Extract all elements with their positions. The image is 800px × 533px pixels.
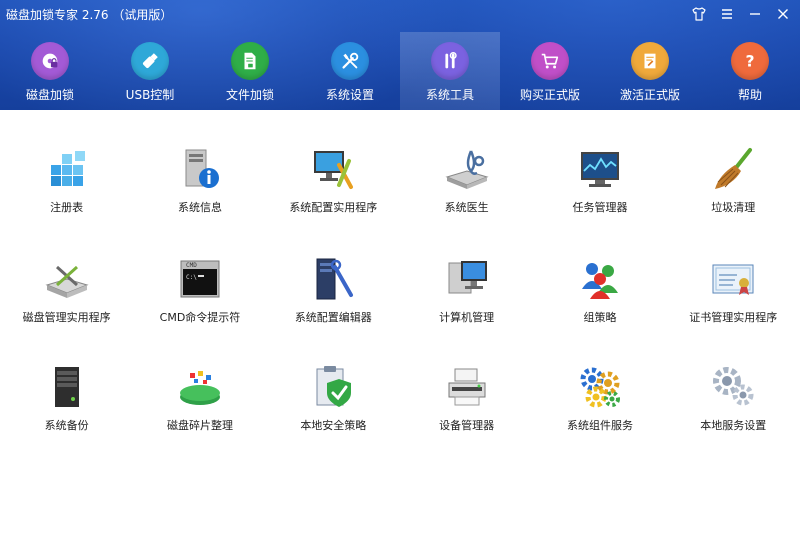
skin-button[interactable]: [688, 3, 710, 25]
disk-lock-icon: [31, 42, 69, 80]
tool-defrag[interactable]: 磁盘碎片整理: [133, 363, 266, 463]
tool-system-backup[interactable]: 系统备份: [0, 363, 133, 463]
nav-buy[interactable]: 购买正式版: [500, 32, 600, 110]
close-icon: [778, 9, 788, 19]
tool-cmd[interactable]: CMD C:\ CMD命令提示符: [133, 255, 266, 355]
tool-label: 磁盘碎片整理: [166, 419, 233, 432]
tool-junk-clean[interactable]: 垃圾清理: [667, 145, 800, 245]
computer-management-icon: [443, 255, 491, 303]
svg-text:CMD: CMD: [186, 262, 197, 269]
nav-label: 购买正式版: [519, 88, 580, 102]
tool-disk-management[interactable]: 磁盘管理实用程序: [0, 255, 133, 355]
wrench-screwdriver-icon: [331, 42, 369, 80]
window-controls: [688, 3, 794, 25]
tool-device-manager[interactable]: 设备管理器: [400, 363, 533, 463]
activate-icon: [631, 42, 669, 80]
app-window: 磁盘加锁专家 2.76 （试用版） 磁盘加锁 USB控制 文件加锁 系统设置 系…: [0, 0, 800, 533]
tool-system-info[interactable]: 系统信息: [133, 145, 266, 245]
tool-group-policy[interactable]: 组策略: [533, 255, 666, 355]
nav-label: 磁盘加锁: [25, 88, 74, 102]
menu-button[interactable]: [716, 3, 738, 25]
header: 磁盘加锁专家 2.76 （试用版） 磁盘加锁 USB控制 文件加锁 系统设置 系…: [0, 0, 800, 110]
tool-system-doctor[interactable]: 系统医生: [400, 145, 533, 245]
main-nav: 磁盘加锁 USB控制 文件加锁 系统设置 系统工具 购买正式版 激活正式版 ? …: [0, 32, 800, 110]
svg-text:?: ?: [745, 53, 754, 71]
tool-label: 系统备份: [44, 419, 89, 432]
nav-help[interactable]: ? 帮助: [700, 32, 800, 110]
tool-label: 注册表: [50, 201, 84, 214]
tools-row: 系统备份 磁盘碎片整理 本地安全策略 设备管理器 系统组件服务 本地服务设置: [0, 363, 800, 463]
defrag-icon: [176, 363, 224, 411]
skin-icon: [692, 7, 706, 21]
tools-grid: 注册表 系统信息 系统配置实用程序 系统医生 任务管理器 垃圾清理 磁盘管理实用…: [0, 110, 800, 533]
tool-label: 设备管理器: [439, 419, 495, 432]
tool-label: 系统信息: [177, 201, 222, 214]
task-manager-icon: [576, 145, 624, 193]
nav-label: 系统设置: [325, 88, 374, 102]
tool-label: 本地服务设置: [700, 419, 767, 432]
component-services-icon: [576, 363, 624, 411]
minimize-icon: [750, 13, 760, 15]
tool-label: 系统配置实用程序: [289, 201, 378, 214]
tool-label: 本地安全策略: [300, 419, 367, 432]
tool-label: CMD命令提示符: [159, 311, 241, 324]
registry-icon: [43, 145, 91, 193]
tool-label: 任务管理器: [572, 201, 628, 214]
certificate-icon: [709, 255, 757, 303]
nav-activate[interactable]: 激活正式版: [600, 32, 700, 110]
nav-label: 帮助: [737, 88, 762, 102]
close-button[interactable]: [772, 3, 794, 25]
tool-label: 计算机管理: [439, 311, 495, 324]
tool-label: 组策略: [583, 311, 617, 324]
usb-icon: [131, 42, 169, 80]
nav-label: 系统工具: [425, 88, 474, 102]
nav-label: USB控制: [125, 88, 175, 102]
system-doctor-icon: [443, 145, 491, 193]
backup-icon: [43, 363, 91, 411]
tool-system-config[interactable]: 系统配置实用程序: [267, 145, 400, 245]
group-policy-icon: [576, 255, 624, 303]
tools-icon: [431, 42, 469, 80]
tool-config-editor[interactable]: 系统配置编辑器: [267, 255, 400, 355]
tool-label: 证书管理实用程序: [689, 311, 778, 324]
nav-usb-control[interactable]: USB控制: [100, 32, 200, 110]
tool-label: 垃圾清理: [711, 201, 756, 214]
tool-label: 系统组件服务: [566, 419, 633, 432]
help-icon: ?: [731, 42, 769, 80]
svg-text:C:\: C:\: [186, 274, 197, 281]
tool-label: 磁盘管理实用程序: [22, 311, 111, 324]
config-editor-icon: [309, 255, 357, 303]
tool-registry[interactable]: 注册表: [0, 145, 133, 245]
security-policy-icon: [309, 363, 357, 411]
disk-management-icon: [43, 255, 91, 303]
nav-disk-lock[interactable]: 磁盘加锁: [0, 32, 100, 110]
nav-system-settings[interactable]: 系统设置: [300, 32, 400, 110]
local-services-icon: [709, 363, 757, 411]
tool-security-policy[interactable]: 本地安全策略: [267, 363, 400, 463]
tool-computer-management[interactable]: 计算机管理: [400, 255, 533, 355]
tool-task-manager[interactable]: 任务管理器: [533, 145, 666, 245]
nav-label: 激活正式版: [619, 88, 680, 102]
window-title: 磁盘加锁专家 2.76 （试用版）: [6, 8, 173, 22]
tool-label: 系统医生: [444, 201, 489, 214]
cmd-icon: CMD C:\: [176, 255, 224, 303]
tool-local-services[interactable]: 本地服务设置: [667, 363, 800, 463]
tools-row: 磁盘管理实用程序 CMD C:\ CMD命令提示符 系统配置编辑器 计算机管理 …: [0, 255, 800, 355]
tool-label: 系统配置编辑器: [294, 311, 372, 324]
menu-icon: [722, 9, 732, 19]
broom-icon: [709, 145, 757, 193]
system-info-icon: [176, 145, 224, 193]
tool-component-services[interactable]: 系统组件服务: [533, 363, 666, 463]
device-manager-icon: [443, 363, 491, 411]
file-lock-icon: [231, 42, 269, 80]
tools-row: 注册表 系统信息 系统配置实用程序 系统医生 任务管理器 垃圾清理: [0, 145, 800, 245]
nav-system-tools[interactable]: 系统工具: [400, 32, 500, 110]
system-config-icon: [309, 145, 357, 193]
cart-icon: [531, 42, 569, 80]
tool-certificate[interactable]: 证书管理实用程序: [667, 255, 800, 355]
nav-file-lock[interactable]: 文件加锁: [200, 32, 300, 110]
nav-label: 文件加锁: [225, 88, 274, 102]
minimize-button[interactable]: [744, 3, 766, 25]
